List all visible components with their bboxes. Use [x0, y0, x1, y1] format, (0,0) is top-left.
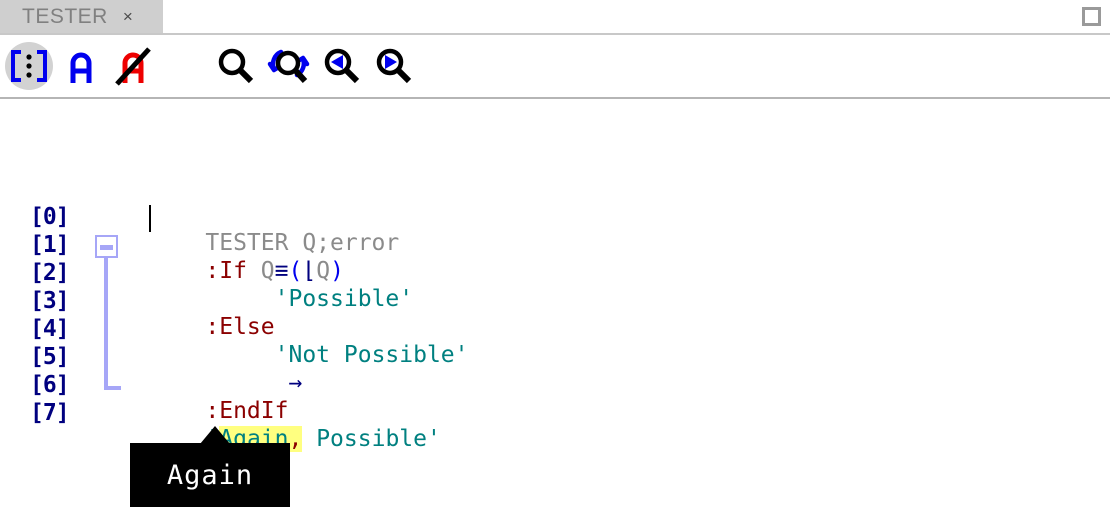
line-number: [7]: [30, 400, 70, 426]
string-literal: 'Not Possible': [274, 342, 469, 368]
code-editor[interactable]: [0] [1] [2] [3] [4] [5] [6] [7] TESTER Q…: [0, 99, 1110, 528]
show-apl-chars-icon[interactable]: [56, 41, 106, 91]
hide-apl-chars-icon[interactable]: [108, 41, 158, 91]
search-next-icon[interactable]: [368, 41, 418, 91]
line-number: [2]: [30, 260, 70, 286]
toolbar: [0, 35, 1110, 99]
tooltip-pointer-icon: [200, 426, 230, 444]
fold-collapse-icon[interactable]: [95, 235, 118, 258]
line-number: [5]: [30, 344, 70, 370]
line-number: [4]: [30, 316, 70, 342]
tab-tester[interactable]: TESTER ×: [0, 0, 163, 33]
tab-label: TESTER: [22, 4, 108, 28]
line-number: [6]: [30, 372, 70, 398]
search-prev-icon[interactable]: [316, 41, 366, 91]
line-number: [3]: [30, 288, 70, 314]
string-literal: 'Possible': [274, 286, 414, 312]
branch-arrow-glyph: →: [288, 370, 303, 396]
title-bar: TESTER ×: [0, 0, 1110, 35]
fold-guide-line: [104, 258, 108, 389]
comma: ,: [288, 426, 303, 452]
tooltip-text: Again: [166, 459, 254, 491]
line-number: [1]: [30, 232, 70, 258]
line-number: [0]: [30, 204, 70, 230]
search-icon[interactable]: [210, 41, 260, 91]
fold-guide-foot: [104, 386, 121, 390]
close-icon[interactable]: ×: [123, 8, 133, 25]
tooltip: Again: [130, 443, 290, 507]
restore-window-icon[interactable]: [1082, 7, 1101, 26]
line-numbers-icon[interactable]: [4, 41, 54, 91]
search-replace-icon[interactable]: [264, 41, 314, 91]
string-literal-rest: Possible': [302, 426, 441, 452]
